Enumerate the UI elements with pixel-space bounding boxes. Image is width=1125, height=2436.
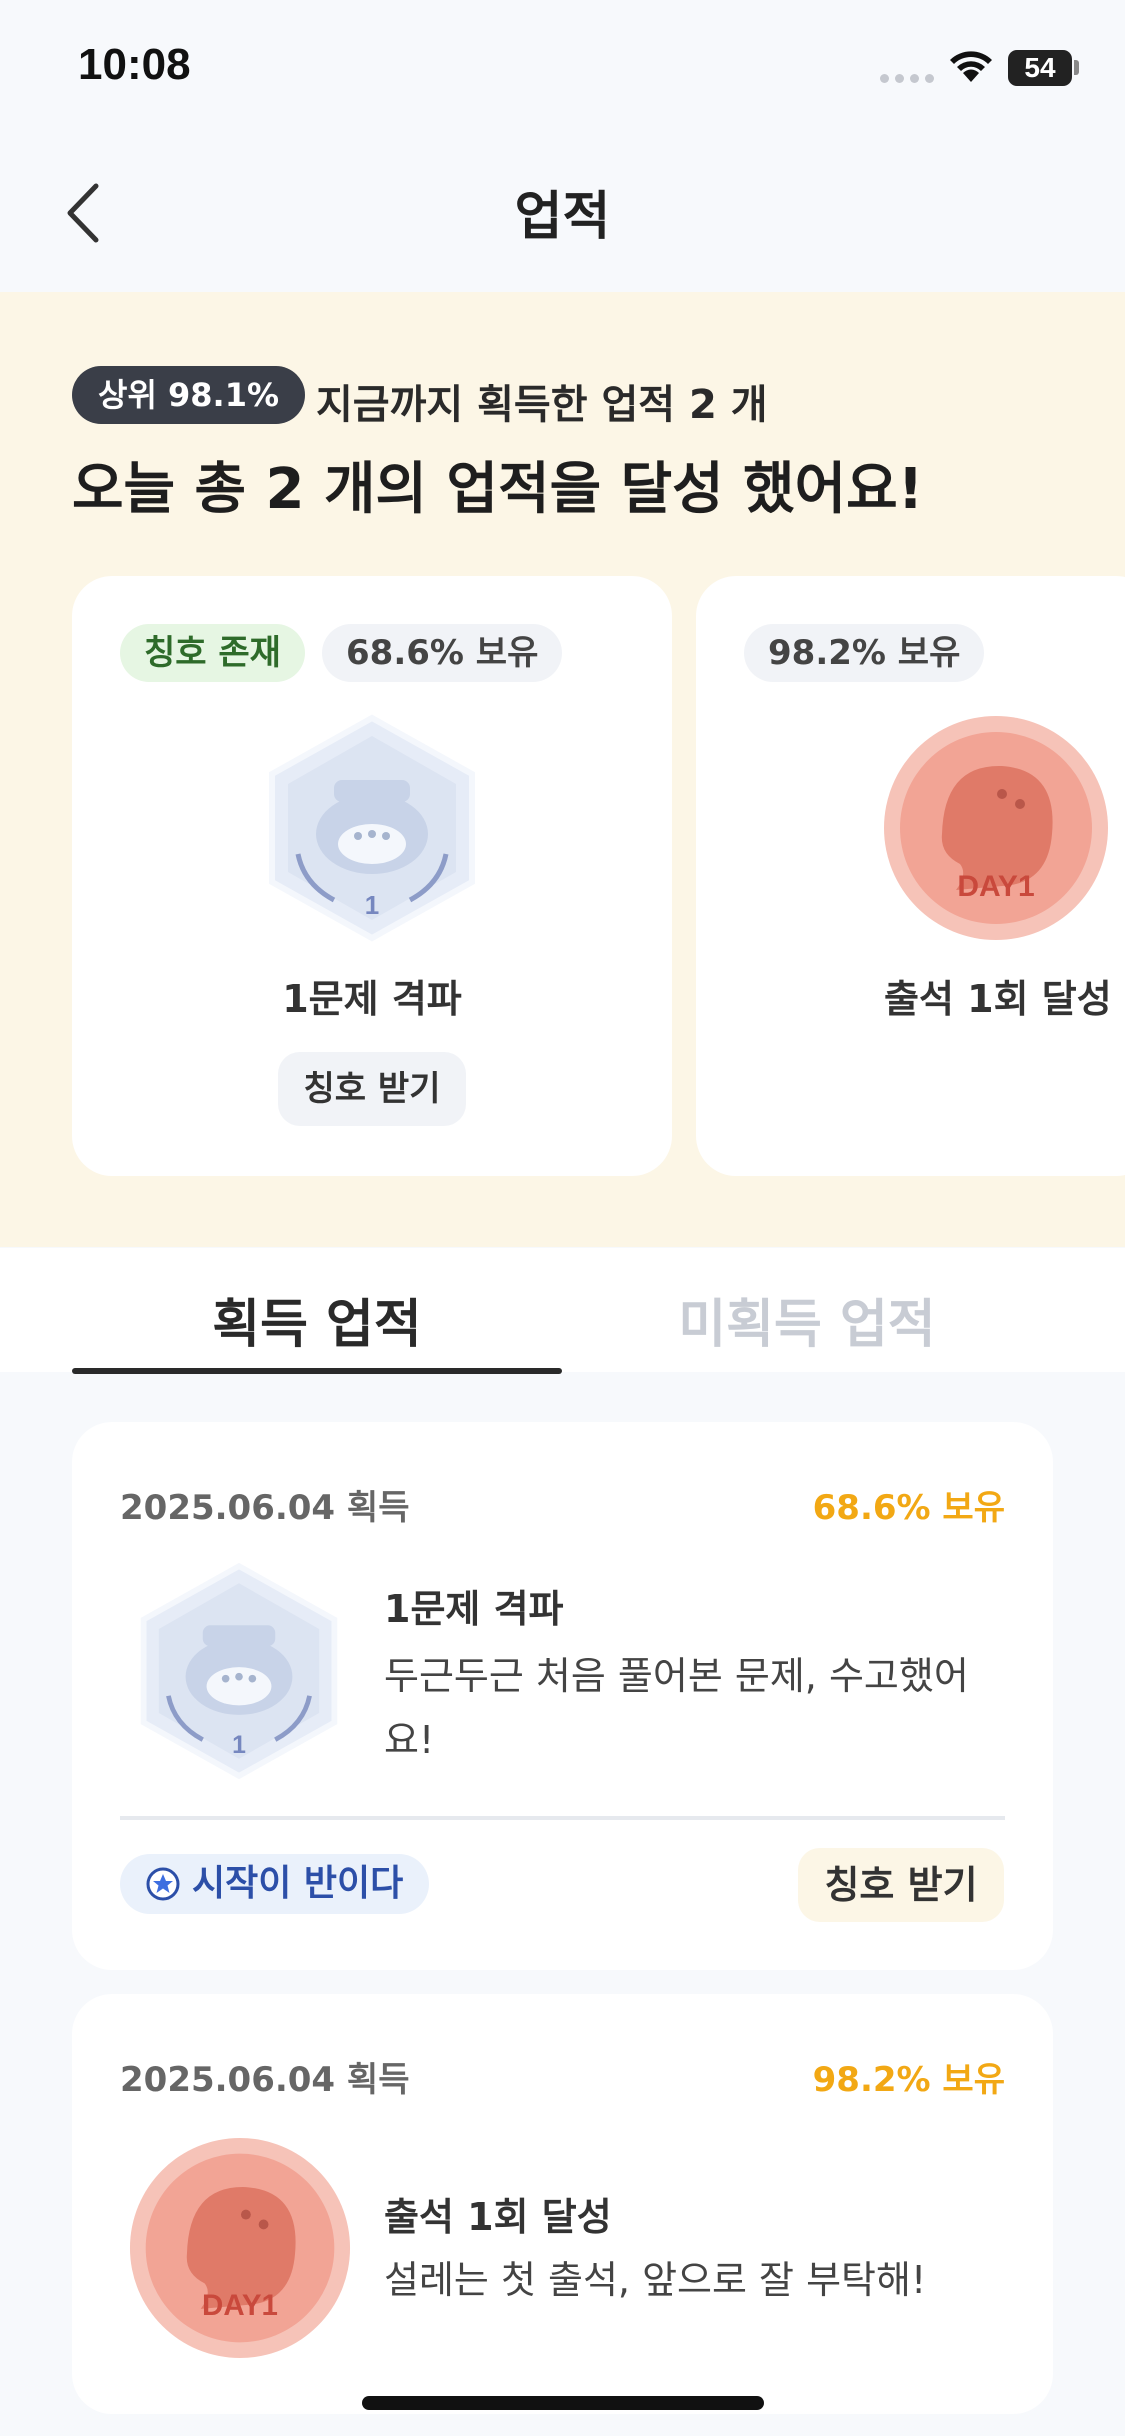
title-exists-pill: 칭호 존재 [120,624,305,682]
page-title: 업적 [514,187,611,247]
description-line: 요! [384,1718,435,1762]
acquired-date: 2025.06.04 획득 [120,2060,410,2100]
ownership-percent: 98.2% 보유 [812,2060,1005,2100]
teapot-badge-icon: 1 [269,714,475,942]
achievement-name: 출석 1회 달성 [884,977,1112,1021]
battery-icon: 54 [1008,50,1072,86]
star-icon [146,1867,180,1901]
attendance-badge-icon: DAY1 [884,716,1108,940]
tab-unacquired[interactable]: 미획득 업적 [562,1282,1052,1357]
status-time: 10:08 [78,40,191,89]
teapot-badge-level: 1 [232,1732,246,1759]
active-tab-indicator [72,1368,562,1374]
acquired-date: 2025.06.04 획득 [120,1488,410,1528]
claim-title-button[interactable]: 칭호 받기 [798,1848,1004,1922]
battery-tip [1074,60,1079,75]
tab-acquired[interactable]: 획득 업적 [72,1282,562,1357]
signal-icon [880,74,934,83]
description-line: 두근두근 처음 풀어본 문제, 수고했어 [384,1654,969,1698]
title-chip-label: 시작이 반이다 [192,1863,404,1904]
teapot-badge-icon: 1 [140,1562,338,1780]
ownership-pill: 98.2% 보유 [744,624,985,682]
wifi-icon [950,51,992,82]
teapot-badge-level: 1 [365,890,379,920]
attendance-badge-icon: DAY1 [129,2137,351,2359]
ownership-pill: 68.6% 보유 [322,624,563,682]
attendance-badge-text: DAY1 [202,2289,278,2322]
divider [120,1816,1005,1820]
achievement-name: 1문제 격파 [282,977,462,1021]
achievement-description: 두근두근 처음 풀어본 문제, 수고했어 요! [384,1644,1004,1772]
rank-badge: 상위 98.1% [72,366,306,424]
achievement-description: 설레는 첫 출석, 앞으로 잘 부탁해! [384,2258,927,2302]
achievement-name: 1문제 격파 [384,1587,564,1631]
title-chip: 시작이 반이다 [120,1854,430,1914]
achievement-name: 출석 1회 달성 [384,2195,612,2239]
attendance-badge-text: DAY1 [957,870,1034,903]
today-headline: 오늘 총 2 개의 업적을 달성 했어요! [72,457,924,522]
total-achievements-text: 지금까지 획득한 업적 2 개 [316,382,768,428]
home-indicator [362,2396,764,2410]
claim-title-button[interactable]: 칭호 받기 [278,1052,466,1126]
ownership-percent: 68.6% 보유 [812,1488,1005,1528]
